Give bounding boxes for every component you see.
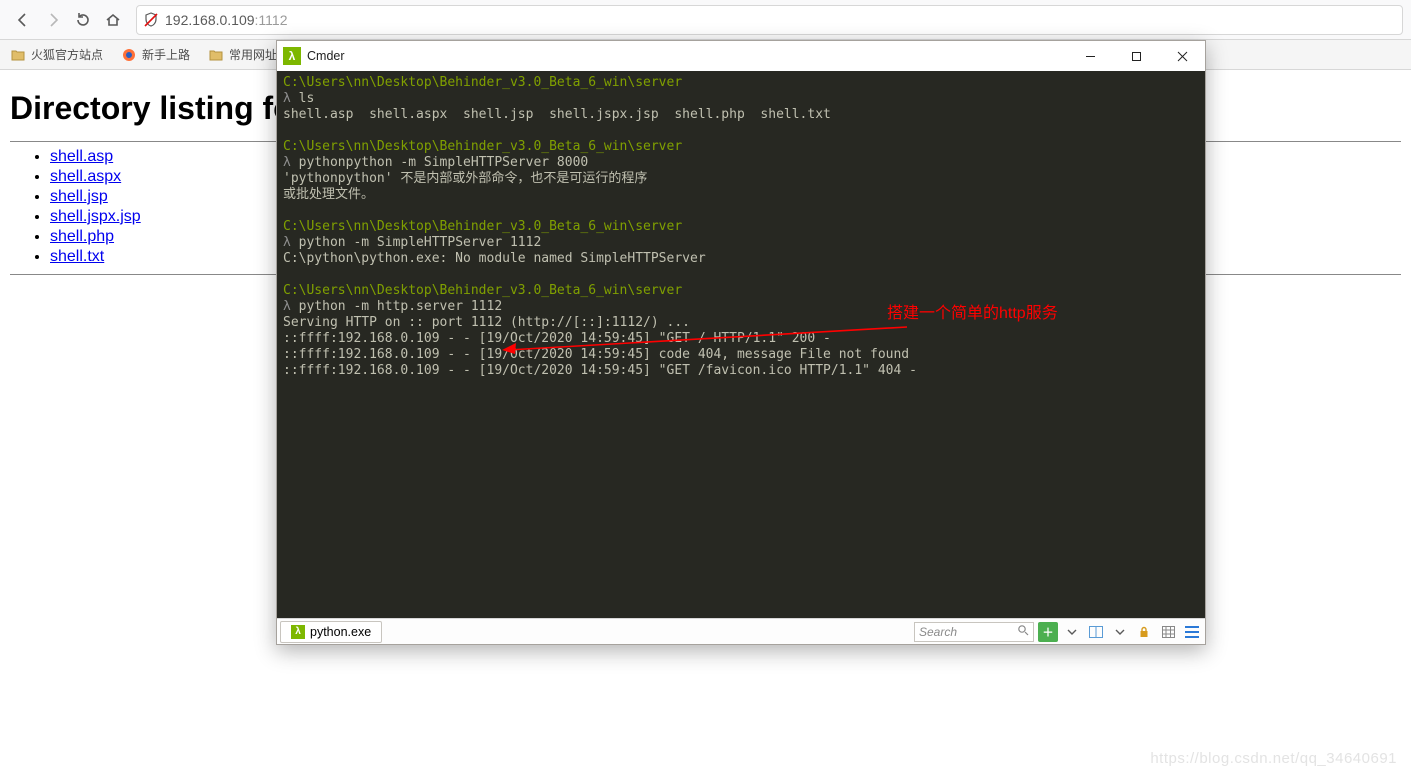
command-text: ls [299, 91, 315, 106]
command-text: python -m http.server 1112 [299, 299, 503, 314]
chevron-down-icon[interactable] [1062, 622, 1082, 642]
address-host: 192.168.0.109 [165, 12, 255, 28]
browser-toolbar: 192.168.0.109:1112 [0, 0, 1411, 40]
bookmark-item-0[interactable]: 火狐官方站点 [10, 46, 103, 63]
cwd-line: C:\Users\nn\Desktop\Behinder_v3.0_Beta_6… [283, 219, 682, 234]
grid-icon[interactable] [1158, 622, 1178, 642]
cmder-app-icon: λ [283, 47, 301, 65]
terminal-tab[interactable]: λ python.exe [280, 621, 382, 643]
command-text: python -m SimpleHTTPServer 1112 [299, 235, 542, 250]
folder-icon [10, 47, 26, 63]
file-link[interactable]: shell.txt [50, 248, 104, 265]
tab-label: python.exe [310, 625, 371, 639]
terminal-block: C:\Users\nn\Desktop\Behinder_v3.0_Beta_6… [283, 75, 1199, 379]
search-placeholder: Search [919, 625, 957, 639]
new-tab-button[interactable]: ＋ [1038, 622, 1058, 642]
output-text: 'pythonpython' 不是内部或外部命令，也不是可运行的程序 或批处理文… [283, 171, 647, 202]
cmder-window: λ Cmder C:\Users\nn\Desktop\Behinder_v3.… [276, 40, 1206, 645]
address-bar[interactable]: 192.168.0.109:1112 [136, 5, 1403, 35]
file-link[interactable]: shell.jsp [50, 188, 108, 205]
cmder-tab-icon: λ [291, 625, 305, 639]
window-minimize-button[interactable] [1067, 41, 1113, 71]
bookmark-item-2[interactable]: 常用网址 [208, 46, 277, 63]
split-view-icon[interactable] [1086, 622, 1106, 642]
file-link[interactable]: shell.php [50, 228, 114, 245]
annotation-text: 搭建一个简单的http服务 [887, 306, 1058, 322]
bookmark-item-1[interactable]: 新手上路 [121, 46, 190, 63]
output-text: shell.asp shell.aspx shell.jsp shell.jsp… [283, 107, 831, 122]
cwd-line: C:\Users\nn\Desktop\Behinder_v3.0_Beta_6… [283, 139, 682, 154]
output-text: C:\python\python.exe: No module named Si… [283, 251, 706, 266]
cmder-title-text: Cmder [307, 49, 1067, 63]
output-text: Serving HTTP on :: port 1112 (http://[::… [283, 315, 917, 378]
hamburger-menu-icon[interactable] [1182, 622, 1202, 642]
prompt-icon: λ [283, 155, 291, 170]
firefox-icon [121, 47, 137, 63]
home-button[interactable] [98, 5, 128, 35]
prompt-icon: λ [283, 91, 291, 106]
window-maximize-button[interactable] [1113, 41, 1159, 71]
bookmark-label: 火狐官方站点 [31, 46, 103, 63]
cwd-line: C:\Users\nn\Desktop\Behinder_v3.0_Beta_6… [283, 283, 682, 298]
command-text: pythonpython -m SimpleHTTPServer 8000 [299, 155, 589, 170]
prompt-icon: λ [283, 235, 291, 250]
address-port: :1112 [255, 12, 288, 28]
chevron-down-icon[interactable] [1110, 622, 1130, 642]
address-text: 192.168.0.109:1112 [165, 11, 1402, 28]
bookmark-label: 常用网址 [229, 46, 277, 63]
folder-icon [208, 47, 224, 63]
terminal-body[interactable]: C:\Users\nn\Desktop\Behinder_v3.0_Beta_6… [277, 71, 1205, 618]
file-link[interactable]: shell.aspx [50, 168, 121, 185]
cmder-status-bar: λ python.exe Search ＋ [277, 618, 1205, 644]
bookmark-label: 新手上路 [142, 46, 190, 63]
lock-icon[interactable] [1134, 622, 1154, 642]
cwd-line: C:\Users\nn\Desktop\Behinder_v3.0_Beta_6… [283, 75, 682, 90]
prompt-icon: λ [283, 299, 291, 314]
nav-forward-button[interactable] [38, 5, 68, 35]
nav-back-button[interactable] [8, 5, 38, 35]
window-close-button[interactable] [1159, 41, 1205, 71]
file-link[interactable]: shell.asp [50, 148, 113, 165]
reload-button[interactable] [68, 5, 98, 35]
search-icon [1017, 624, 1029, 639]
tracking-shield-icon[interactable] [137, 6, 165, 34]
watermark-text: https://blog.csdn.net/qq_34640691 [1150, 750, 1397, 767]
file-link[interactable]: shell.jspx.jsp [50, 208, 141, 225]
cmder-titlebar[interactable]: λ Cmder [277, 41, 1205, 71]
search-input[interactable]: Search [914, 622, 1034, 642]
